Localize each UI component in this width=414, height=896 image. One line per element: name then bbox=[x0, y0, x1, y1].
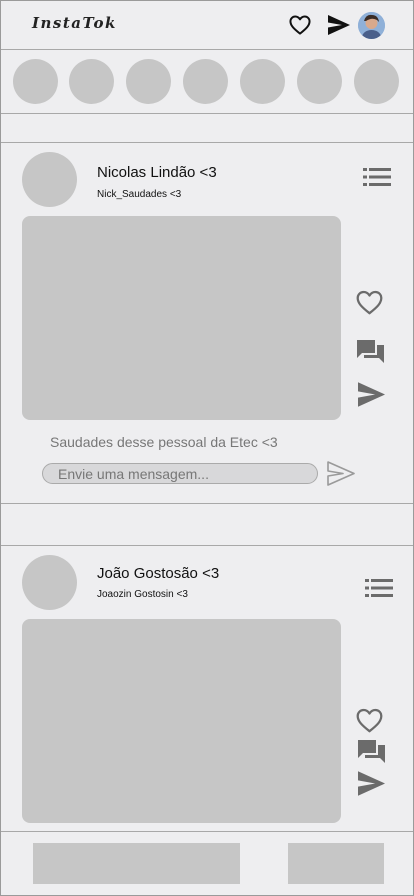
send-message-icon[interactable] bbox=[327, 461, 355, 486]
app-logo[interactable]: InstaTok bbox=[32, 14, 117, 32]
story-avatar[interactable] bbox=[354, 59, 399, 104]
story-avatar[interactable] bbox=[183, 59, 228, 104]
post-media[interactable] bbox=[22, 619, 341, 823]
post-handle: Joaozin Gostosin <3 bbox=[97, 589, 188, 600]
post-divider bbox=[1, 545, 413, 546]
post-handle: Nick_Saudades <3 bbox=[97, 189, 182, 200]
story-avatar[interactable] bbox=[69, 59, 114, 104]
stories-divider bbox=[1, 113, 413, 114]
post-username[interactable]: Nicolas Lindão <3 bbox=[97, 164, 217, 181]
like-icon[interactable] bbox=[356, 290, 383, 315]
heart-icon[interactable] bbox=[289, 15, 311, 35]
post-media[interactable] bbox=[22, 216, 341, 420]
like-icon[interactable] bbox=[356, 708, 383, 733]
story-avatar[interactable] bbox=[126, 59, 171, 104]
profile-avatar[interactable] bbox=[358, 12, 385, 39]
post-username[interactable]: João Gostosão <3 bbox=[97, 565, 219, 582]
menu-list-icon[interactable] bbox=[365, 578, 393, 598]
post-author-avatar[interactable] bbox=[22, 152, 77, 207]
message-input[interactable] bbox=[42, 463, 318, 484]
story-avatar[interactable] bbox=[240, 59, 285, 104]
bottom-nav-divider bbox=[1, 831, 413, 832]
share-icon[interactable] bbox=[358, 382, 385, 407]
post-author-avatar[interactable] bbox=[22, 555, 77, 610]
nav-button-secondary[interactable] bbox=[288, 843, 384, 884]
send-icon[interactable] bbox=[328, 15, 350, 35]
post-caption: Saudades desse pessoal da Etec <3 bbox=[50, 434, 278, 450]
post-divider bbox=[1, 142, 413, 143]
comment-icon[interactable] bbox=[357, 340, 384, 364]
post-divider bbox=[1, 503, 413, 504]
app-frame: InstaTok Nicolas Lindão <3 Nick_Saudades… bbox=[0, 0, 414, 896]
story-avatar[interactable] bbox=[13, 59, 58, 104]
share-icon[interactable] bbox=[358, 771, 385, 796]
nav-button-primary[interactable] bbox=[33, 843, 240, 884]
header-divider bbox=[1, 49, 413, 50]
menu-list-icon[interactable] bbox=[363, 167, 391, 187]
story-avatar[interactable] bbox=[297, 59, 342, 104]
comment-icon[interactable] bbox=[358, 740, 385, 764]
